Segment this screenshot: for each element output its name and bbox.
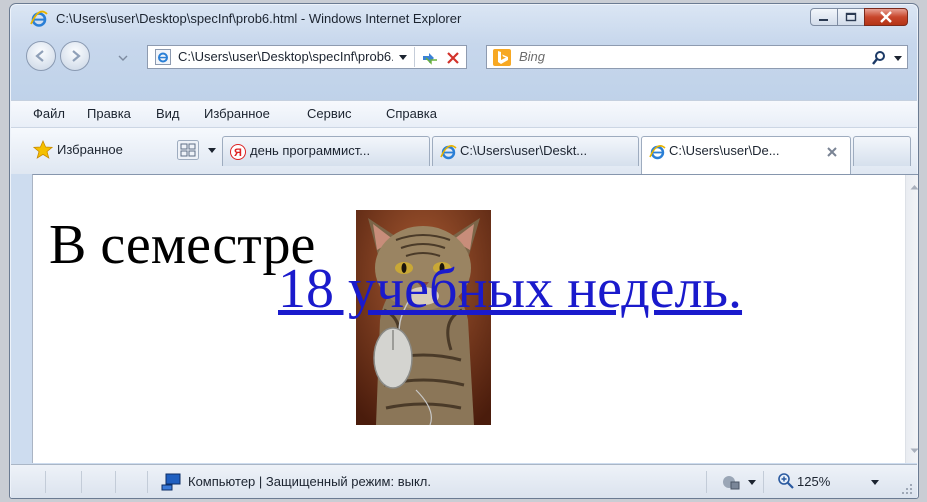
protected-mode-dropdown-icon[interactable] [747,479,757,487]
ie-page-icon [440,145,457,160]
vertical-scrollbar[interactable] [905,175,919,463]
quick-tabs-icon[interactable] [177,140,199,160]
zoom-dropdown-icon[interactable] [870,479,880,487]
menu-help[interactable]: Справка [386,106,437,121]
tab-list-dropdown-icon[interactable] [207,147,217,155]
maximize-icon [845,12,857,22]
menu-bar: Файл Правка Вид Избранное Сервис Справка [11,100,917,128]
minimize-button[interactable] [810,8,838,26]
refresh-icon[interactable] [420,50,440,66]
tab-2-label: C:\Users\user\Deskt... [460,143,588,158]
menu-tools[interactable]: Сервис [307,106,352,121]
tab-close-icon[interactable] [826,146,838,158]
minimize-icon [819,19,828,21]
address-input[interactable]: C:\Users\user\Desktop\specInf\prob6.html [178,49,393,64]
protected-mode-icon[interactable] [721,473,741,491]
tab-1[interactable]: Я день программист... [222,136,430,166]
tab-3-active[interactable]: C:\Users\user\De... [641,136,851,174]
favorites-bar: Избранное Я день программист... C:\Users… [11,127,917,174]
stop-icon[interactable] [446,51,460,65]
search-input[interactable]: Bing [519,49,545,64]
menu-edit[interactable]: Правка [87,106,131,121]
address-bar[interactable]: C:\Users\user\Desktop\specInf\prob6.html [147,45,467,69]
back-button[interactable] [26,41,56,71]
address-dropdown-icon[interactable] [398,54,408,62]
scroll-down-icon[interactable] [910,448,919,454]
svg-text:Я: Я [234,147,242,159]
zoom-icon[interactable] [777,472,795,490]
page-text: В семестре [49,214,316,276]
menu-file[interactable]: Файл [33,106,65,121]
search-box[interactable]: Bing [486,45,908,69]
search-dropdown-icon[interactable] [893,55,903,63]
tab-2[interactable]: C:\Users\user\Deskt... [432,136,639,166]
new-tab-button[interactable] [853,136,911,166]
menu-view[interactable]: Вид [156,106,180,121]
status-bar: Компьютер | Защищенный режим: выкл. 125% [11,464,917,498]
computer-icon [161,473,181,491]
forward-arrow-icon [72,50,81,62]
zoom-level[interactable]: 125% [797,474,830,489]
browser-window: C:\Users\user\Desktop\specInf\prob6.html… [9,3,919,499]
forward-button[interactable] [60,41,90,71]
menu-favorites[interactable]: Избранное [204,106,270,121]
tab-3-label: C:\Users\user\De... [669,143,780,158]
tab-1-label: день программист... [250,143,371,158]
scroll-up-icon[interactable] [910,184,919,190]
ie-page-icon [649,145,666,160]
back-arrow-icon [35,50,44,62]
navigation-bar: C:\Users\user\Desktop\specInf\prob6.html… [10,37,918,77]
bing-logo-icon [493,49,511,66]
security-zone-text[interactable]: Компьютер | Защищенный режим: выкл. [188,474,431,489]
window-title: C:\Users\user\Desktop\specInf\prob6.html… [56,11,462,26]
history-dropdown-icon[interactable] [118,54,128,62]
page-link[interactable]: 18 учебных недель. [278,257,742,321]
search-icon[interactable] [871,50,887,66]
yandex-icon: Я [230,144,246,160]
star-icon [33,140,53,159]
resize-grip-icon[interactable] [901,483,913,495]
page-icon [155,49,171,65]
title-bar: C:\Users\user\Desktop\specInf\prob6.html… [10,4,918,34]
close-button[interactable] [864,8,908,26]
page-content: В семестре 18 учебных недель. [32,174,919,463]
ie-logo-icon [30,10,48,27]
close-icon [880,11,892,23]
maximize-button[interactable] [837,8,865,26]
favorites-label: Избранное [57,142,123,157]
